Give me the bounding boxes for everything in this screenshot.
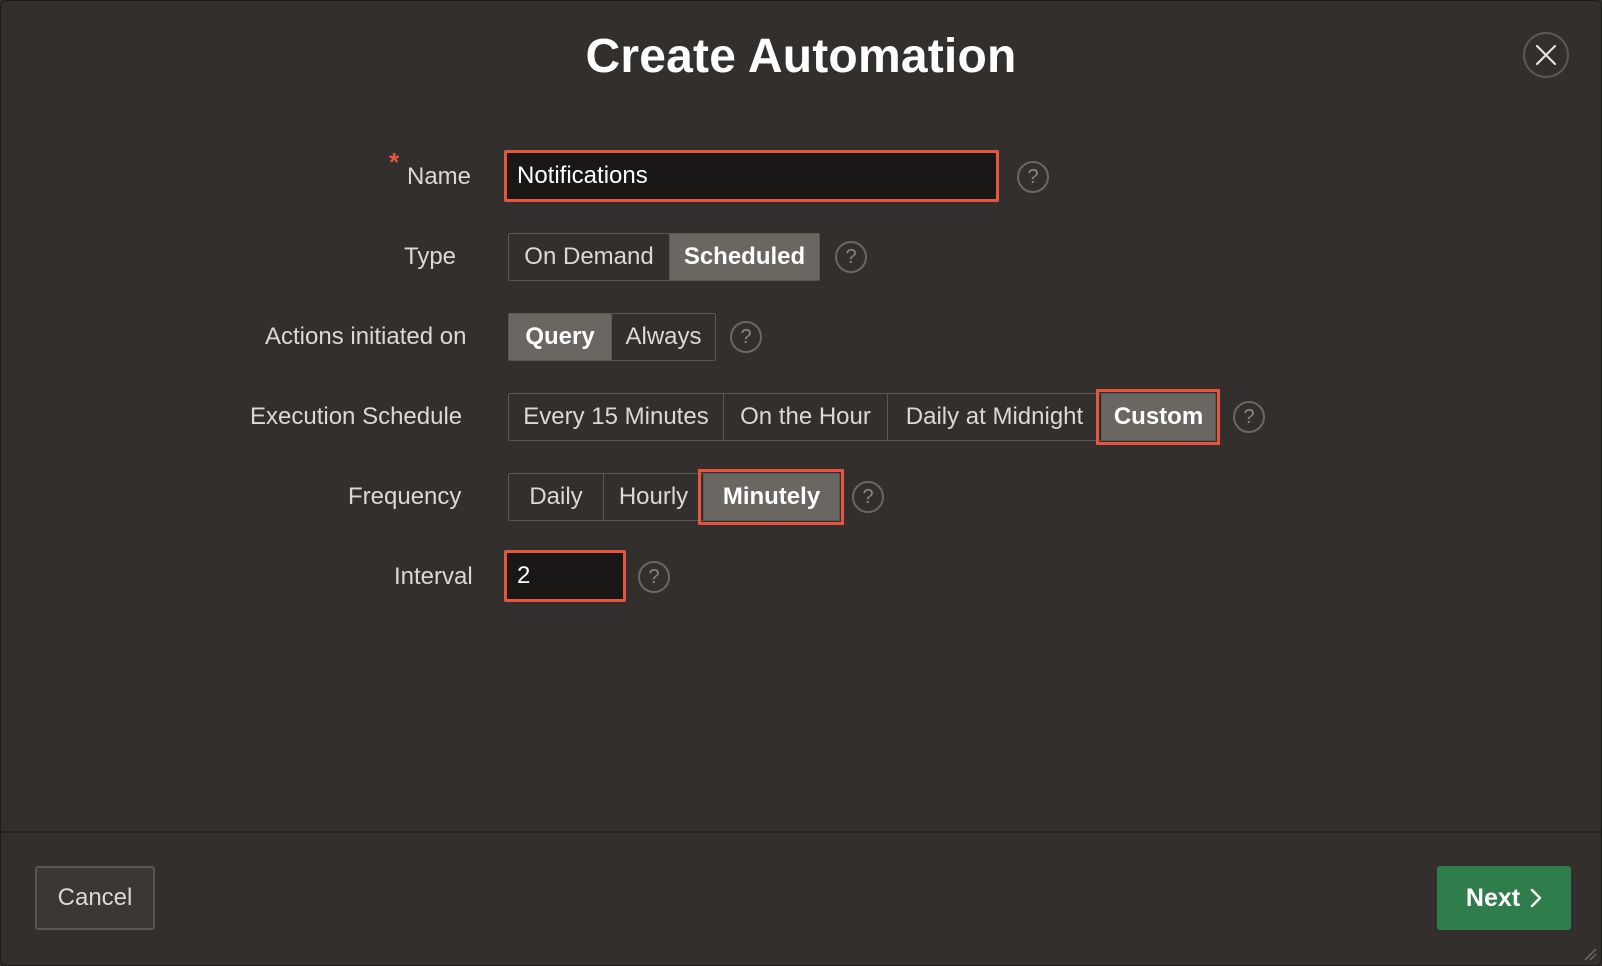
interval-input[interactable]: [504, 550, 626, 602]
schedule-option-daily-at-midnight[interactable]: Daily at Midnight: [887, 394, 1101, 440]
actions-label: Actions initiated on: [265, 323, 467, 350]
actions-segmented-control: Query Always: [508, 313, 716, 361]
next-button[interactable]: Next: [1437, 866, 1571, 930]
help-icon: ?: [1243, 405, 1255, 428]
schedule-label: Execution Schedule: [250, 403, 463, 430]
name-input[interactable]: [504, 150, 999, 202]
chevron-right-icon: [1530, 888, 1542, 908]
dialog-title: Create Automation: [585, 30, 1017, 83]
interval-help-button[interactable]: ?: [638, 561, 670, 593]
help-icon: ?: [845, 245, 857, 268]
frequency-label: Frequency: [348, 483, 462, 510]
close-button[interactable]: [1523, 32, 1569, 78]
name-help-button[interactable]: ?: [1017, 161, 1049, 193]
schedule-help-button[interactable]: ?: [1233, 401, 1265, 433]
close-icon: [1535, 44, 1557, 66]
actions-option-always[interactable]: Always: [611, 314, 715, 360]
footer-divider: [1, 831, 1601, 833]
required-marker: *: [389, 147, 400, 177]
resize-handle-icon[interactable]: [1581, 945, 1597, 961]
type-segmented-control: On Demand Scheduled: [508, 233, 820, 281]
schedule-segmented-control: Every 15 Minutes On the Hour Daily at Mi…: [508, 389, 1220, 445]
frequency-option-daily[interactable]: Daily: [509, 474, 603, 520]
help-icon: ?: [648, 565, 660, 588]
name-label: Name: [407, 163, 472, 190]
frequency-help-button[interactable]: ?: [852, 481, 884, 513]
type-help-button[interactable]: ?: [835, 241, 867, 273]
frequency-segmented-control: Daily Hourly Minutely: [508, 469, 844, 525]
type-option-on-demand[interactable]: On Demand: [509, 234, 669, 280]
actions-option-query[interactable]: Query: [509, 314, 611, 360]
create-automation-dialog: Create Automation * Name ? Type On Deman…: [0, 0, 1602, 966]
help-icon: ?: [1027, 165, 1039, 188]
help-icon: ?: [862, 485, 874, 508]
type-label: Type: [404, 243, 457, 270]
interval-label: Interval: [394, 563, 473, 590]
type-option-scheduled[interactable]: Scheduled: [669, 234, 819, 280]
schedule-option-every-15-minutes[interactable]: Every 15 Minutes: [509, 394, 723, 440]
frequency-option-minutely[interactable]: Minutely: [698, 469, 844, 525]
schedule-option-custom[interactable]: Custom: [1096, 389, 1220, 445]
next-button-label: Next: [1465, 883, 1521, 912]
actions-help-button[interactable]: ?: [730, 321, 762, 353]
help-icon: ?: [740, 325, 752, 348]
schedule-option-on-the-hour[interactable]: On the Hour: [723, 394, 887, 440]
cancel-button[interactable]: Cancel: [35, 866, 155, 930]
frequency-option-hourly[interactable]: Hourly: [603, 474, 703, 520]
